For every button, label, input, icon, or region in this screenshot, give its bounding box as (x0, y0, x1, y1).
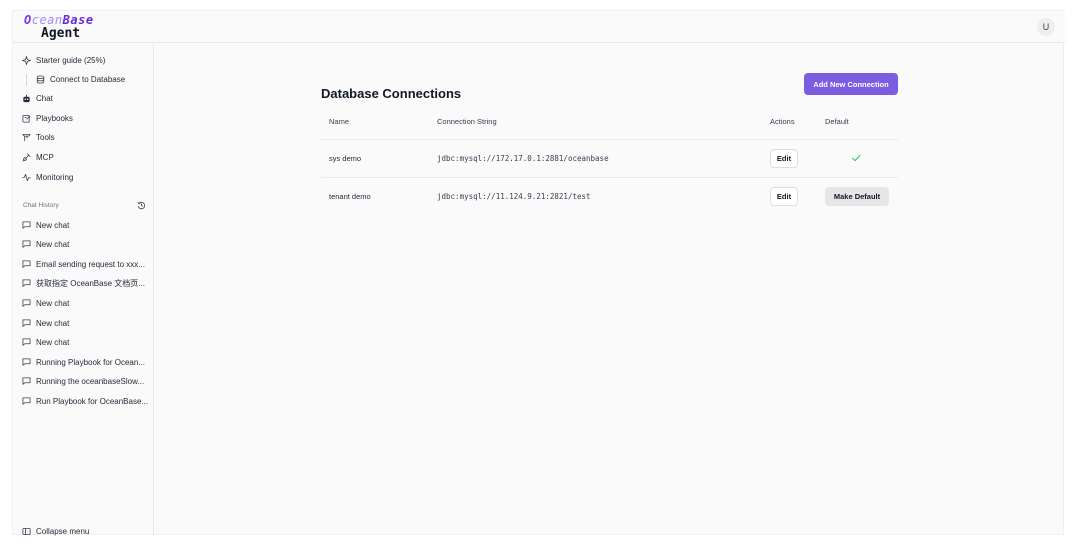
chat-history-label: Running Playbook for Ocean... (36, 357, 145, 367)
message-square-icon (22, 260, 31, 269)
message-square-icon (22, 358, 31, 367)
add-new-connection-button[interactable]: Add New Connection (804, 73, 898, 95)
sidebar-toggle-icon (22, 527, 31, 536)
sidebar-item-playbooks[interactable]: Playbooks (22, 109, 73, 127)
sparkle-icon (22, 55, 31, 65)
history-icon[interactable] (137, 201, 146, 210)
sidebar-item-label: Playbooks (36, 113, 73, 123)
message-square-icon (22, 377, 31, 386)
sidebar-item-label: Tools (36, 132, 55, 142)
row-2-make-default-button[interactable]: Make Default (825, 187, 889, 206)
chat-history-item[interactable]: New chat (22, 314, 69, 332)
bot-icon (22, 94, 31, 103)
message-square-icon (22, 397, 31, 406)
sidebar-item-label: Monitoring (36, 172, 74, 182)
sidebar-item-monitoring[interactable]: Monitoring (22, 168, 73, 186)
chat-history-label: New chat (36, 298, 70, 308)
logo-brand-part3: Base (62, 13, 94, 27)
chat-history-item[interactable]: Email sending request to xxx... (22, 255, 145, 273)
chat-history-label: Email sending request to xxx... (36, 259, 145, 269)
row-1-name: sys demo (329, 154, 362, 163)
sidebar-item-chat[interactable]: Chat (22, 89, 53, 107)
logo-brand-part1: O (24, 13, 32, 27)
page-title: Database Connections (321, 86, 462, 101)
chat-history-label: New chat (36, 240, 70, 250)
logo-subtitle: Agent (41, 26, 81, 41)
column-header-actions: Actions (770, 117, 795, 126)
chat-history-item[interactable]: New chat (22, 216, 69, 234)
chat-history-item[interactable]: 获取指定 OceanBase 文档页... (22, 275, 145, 293)
chat-history-label: Chat History (23, 202, 59, 209)
column-header-connection-string: Connection String (437, 117, 497, 126)
sidebar-item-label: Connect to Database (50, 74, 126, 84)
message-square-icon (22, 318, 31, 328)
chat-history-item[interactable]: Running the oceanbaseSlow... (22, 373, 144, 391)
sidebar-item-mcp[interactable]: MCP (22, 148, 54, 166)
chat-history-item[interactable]: Run Playbook for OceanBase... (22, 392, 148, 410)
header-divider (321, 139, 898, 140)
row-2-connection-string: jdbc:mysql://11.124.9.21:2821/test (437, 192, 591, 201)
logo-brand-part2: cean (31, 13, 63, 27)
row-divider (321, 177, 898, 178)
message-square-icon (22, 220, 31, 230)
logo[interactable]: OceanBase Agent (24, 14, 94, 40)
chat-history-item[interactable]: New chat (22, 334, 69, 352)
message-square-icon (22, 299, 31, 308)
column-header-default: Default (825, 117, 849, 126)
chat-history-item[interactable]: New chat (22, 236, 69, 254)
chat-history-item[interactable]: Running Playbook for Ocean... (22, 353, 145, 371)
tools-icon (22, 133, 31, 142)
chat-history-item[interactable]: New chat (22, 294, 69, 312)
row-1-connection-string: jdbc:mysql://172.17.0.1:2881/oceanbase (437, 154, 609, 163)
sidebar-item-connect-database[interactable]: Connect to Database (36, 70, 125, 88)
column-header-name: Name (329, 117, 350, 126)
chat-history-label: Running the oceanbaseSlow... (36, 377, 145, 387)
chat-history-label: New chat (36, 318, 70, 328)
collapse-menu-label: Collapse menu (36, 526, 90, 536)
app-window: OceanBase Agent U Starter guide (25%) Co… (12, 10, 1065, 536)
chat-history-label: New chat (36, 220, 70, 230)
user-avatar[interactable]: U (1037, 18, 1055, 36)
sidebar-item-label: Starter guide (25%) (36, 55, 106, 65)
database-icon (36, 74, 45, 84)
message-square-icon (22, 279, 31, 288)
row-2-edit-button[interactable]: Edit (770, 187, 798, 206)
chat-history-label: 获取指定 OceanBase 文档页... (36, 279, 145, 289)
collapse-menu-button[interactable]: Collapse menu (22, 522, 89, 540)
plug-icon (22, 152, 31, 162)
logo-brand: OceanBase (24, 14, 94, 26)
playbook-icon (22, 114, 31, 123)
chat-history-label: New chat (36, 338, 70, 348)
sidebar-item-label: MCP (36, 152, 54, 162)
top-bar: OceanBase Agent U (13, 11, 1065, 43)
message-square-icon (22, 240, 31, 249)
row-2-name: tenant demo (329, 192, 371, 201)
message-square-icon (22, 338, 31, 347)
row-1-edit-button[interactable]: Edit (770, 149, 798, 168)
chat-history-label: Run Playbook for OceanBase... (36, 396, 149, 406)
sidebar-item-tools[interactable]: Tools (22, 128, 55, 146)
submenu-rail (26, 74, 27, 86)
sidebar-item-label: Chat (36, 93, 53, 103)
sidebar-item-starter-guide[interactable]: Starter guide (25%) (22, 51, 105, 69)
activity-icon (22, 173, 31, 182)
main-content: Database Connections Add New Connection … (155, 44, 1065, 536)
sidebar: Starter guide (25%) Connect to Database … (13, 44, 154, 536)
default-check-icon (852, 154, 861, 162)
